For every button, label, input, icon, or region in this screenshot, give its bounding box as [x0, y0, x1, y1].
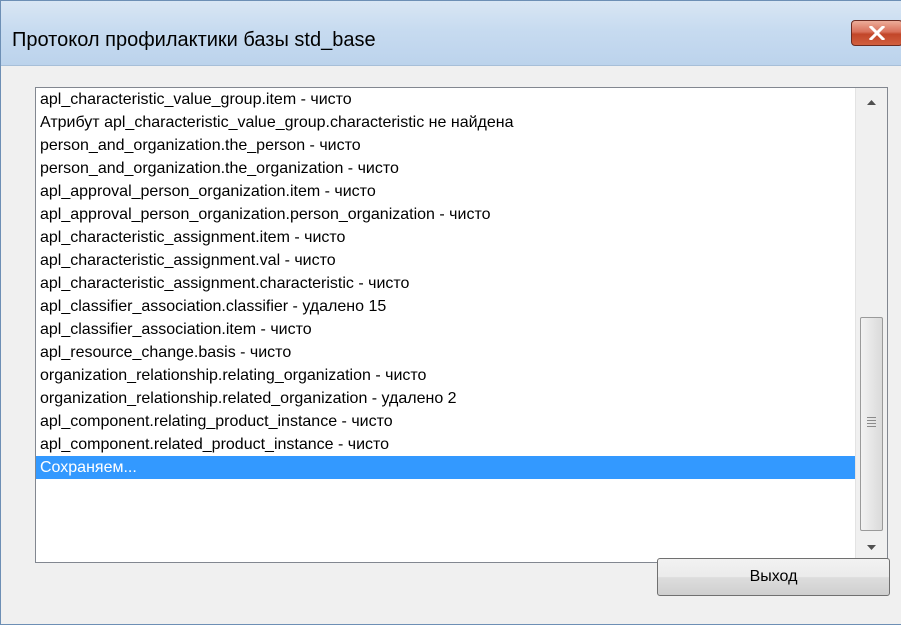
list-item[interactable]: apl_classifier_association.item - чисто [36, 318, 855, 341]
log-list-items: apl_characteristic_value_group.item - чи… [36, 88, 855, 562]
list-item[interactable]: apl_component.related_product_instance -… [36, 433, 855, 456]
list-item[interactable]: Атрибут apl_characteristic_value_group.c… [36, 111, 855, 134]
dialog-window: Протокол профилактики базы std_base apl_… [0, 0, 901, 625]
list-item[interactable]: apl_approval_person_organization.person_… [36, 203, 855, 226]
scroll-up-arrow-icon [867, 100, 876, 105]
list-item[interactable]: apl_component.relating_product_instance … [36, 410, 855, 433]
scroll-up-button[interactable] [856, 88, 887, 116]
list-item[interactable]: apl_classifier_association.classifier - … [36, 295, 855, 318]
list-item[interactable]: apl_resource_change.basis - чисто [36, 341, 855, 364]
log-listbox[interactable]: apl_characteristic_value_group.item - чи… [35, 87, 888, 563]
list-item[interactable]: person_and_organization.the_organization… [36, 157, 855, 180]
list-item[interactable]: apl_characteristic_assignment.val - чист… [36, 249, 855, 272]
list-item[interactable]: person_and_organization.the_person - чис… [36, 134, 855, 157]
scroll-grip-icon [867, 417, 876, 427]
list-item[interactable]: apl_characteristic_value_group.item - чи… [36, 88, 855, 111]
vertical-scrollbar[interactable] [855, 88, 887, 562]
list-item[interactable]: Сохраняем... [36, 456, 855, 479]
list-item[interactable]: organization_relationship.relating_organ… [36, 364, 855, 387]
list-item[interactable]: apl_characteristic_assignment.characteri… [36, 272, 855, 295]
window-title: Протокол профилактики базы std_base [12, 29, 376, 51]
close-button[interactable] [851, 20, 901, 46]
title-bar[interactable]: Протокол профилактики базы std_base [1, 1, 901, 66]
scroll-thumb[interactable] [860, 317, 883, 531]
scroll-down-arrow-icon [867, 545, 876, 550]
list-item[interactable]: organization_relationship.related_organi… [36, 387, 855, 410]
dialog-client-area: apl_characteristic_value_group.item - чи… [1, 66, 901, 624]
list-item[interactable]: apl_characteristic_assignment.item - чис… [36, 226, 855, 249]
close-icon [869, 26, 885, 40]
list-item[interactable]: apl_approval_person_organization.item - … [36, 180, 855, 203]
exit-button[interactable]: Выход [657, 558, 890, 596]
